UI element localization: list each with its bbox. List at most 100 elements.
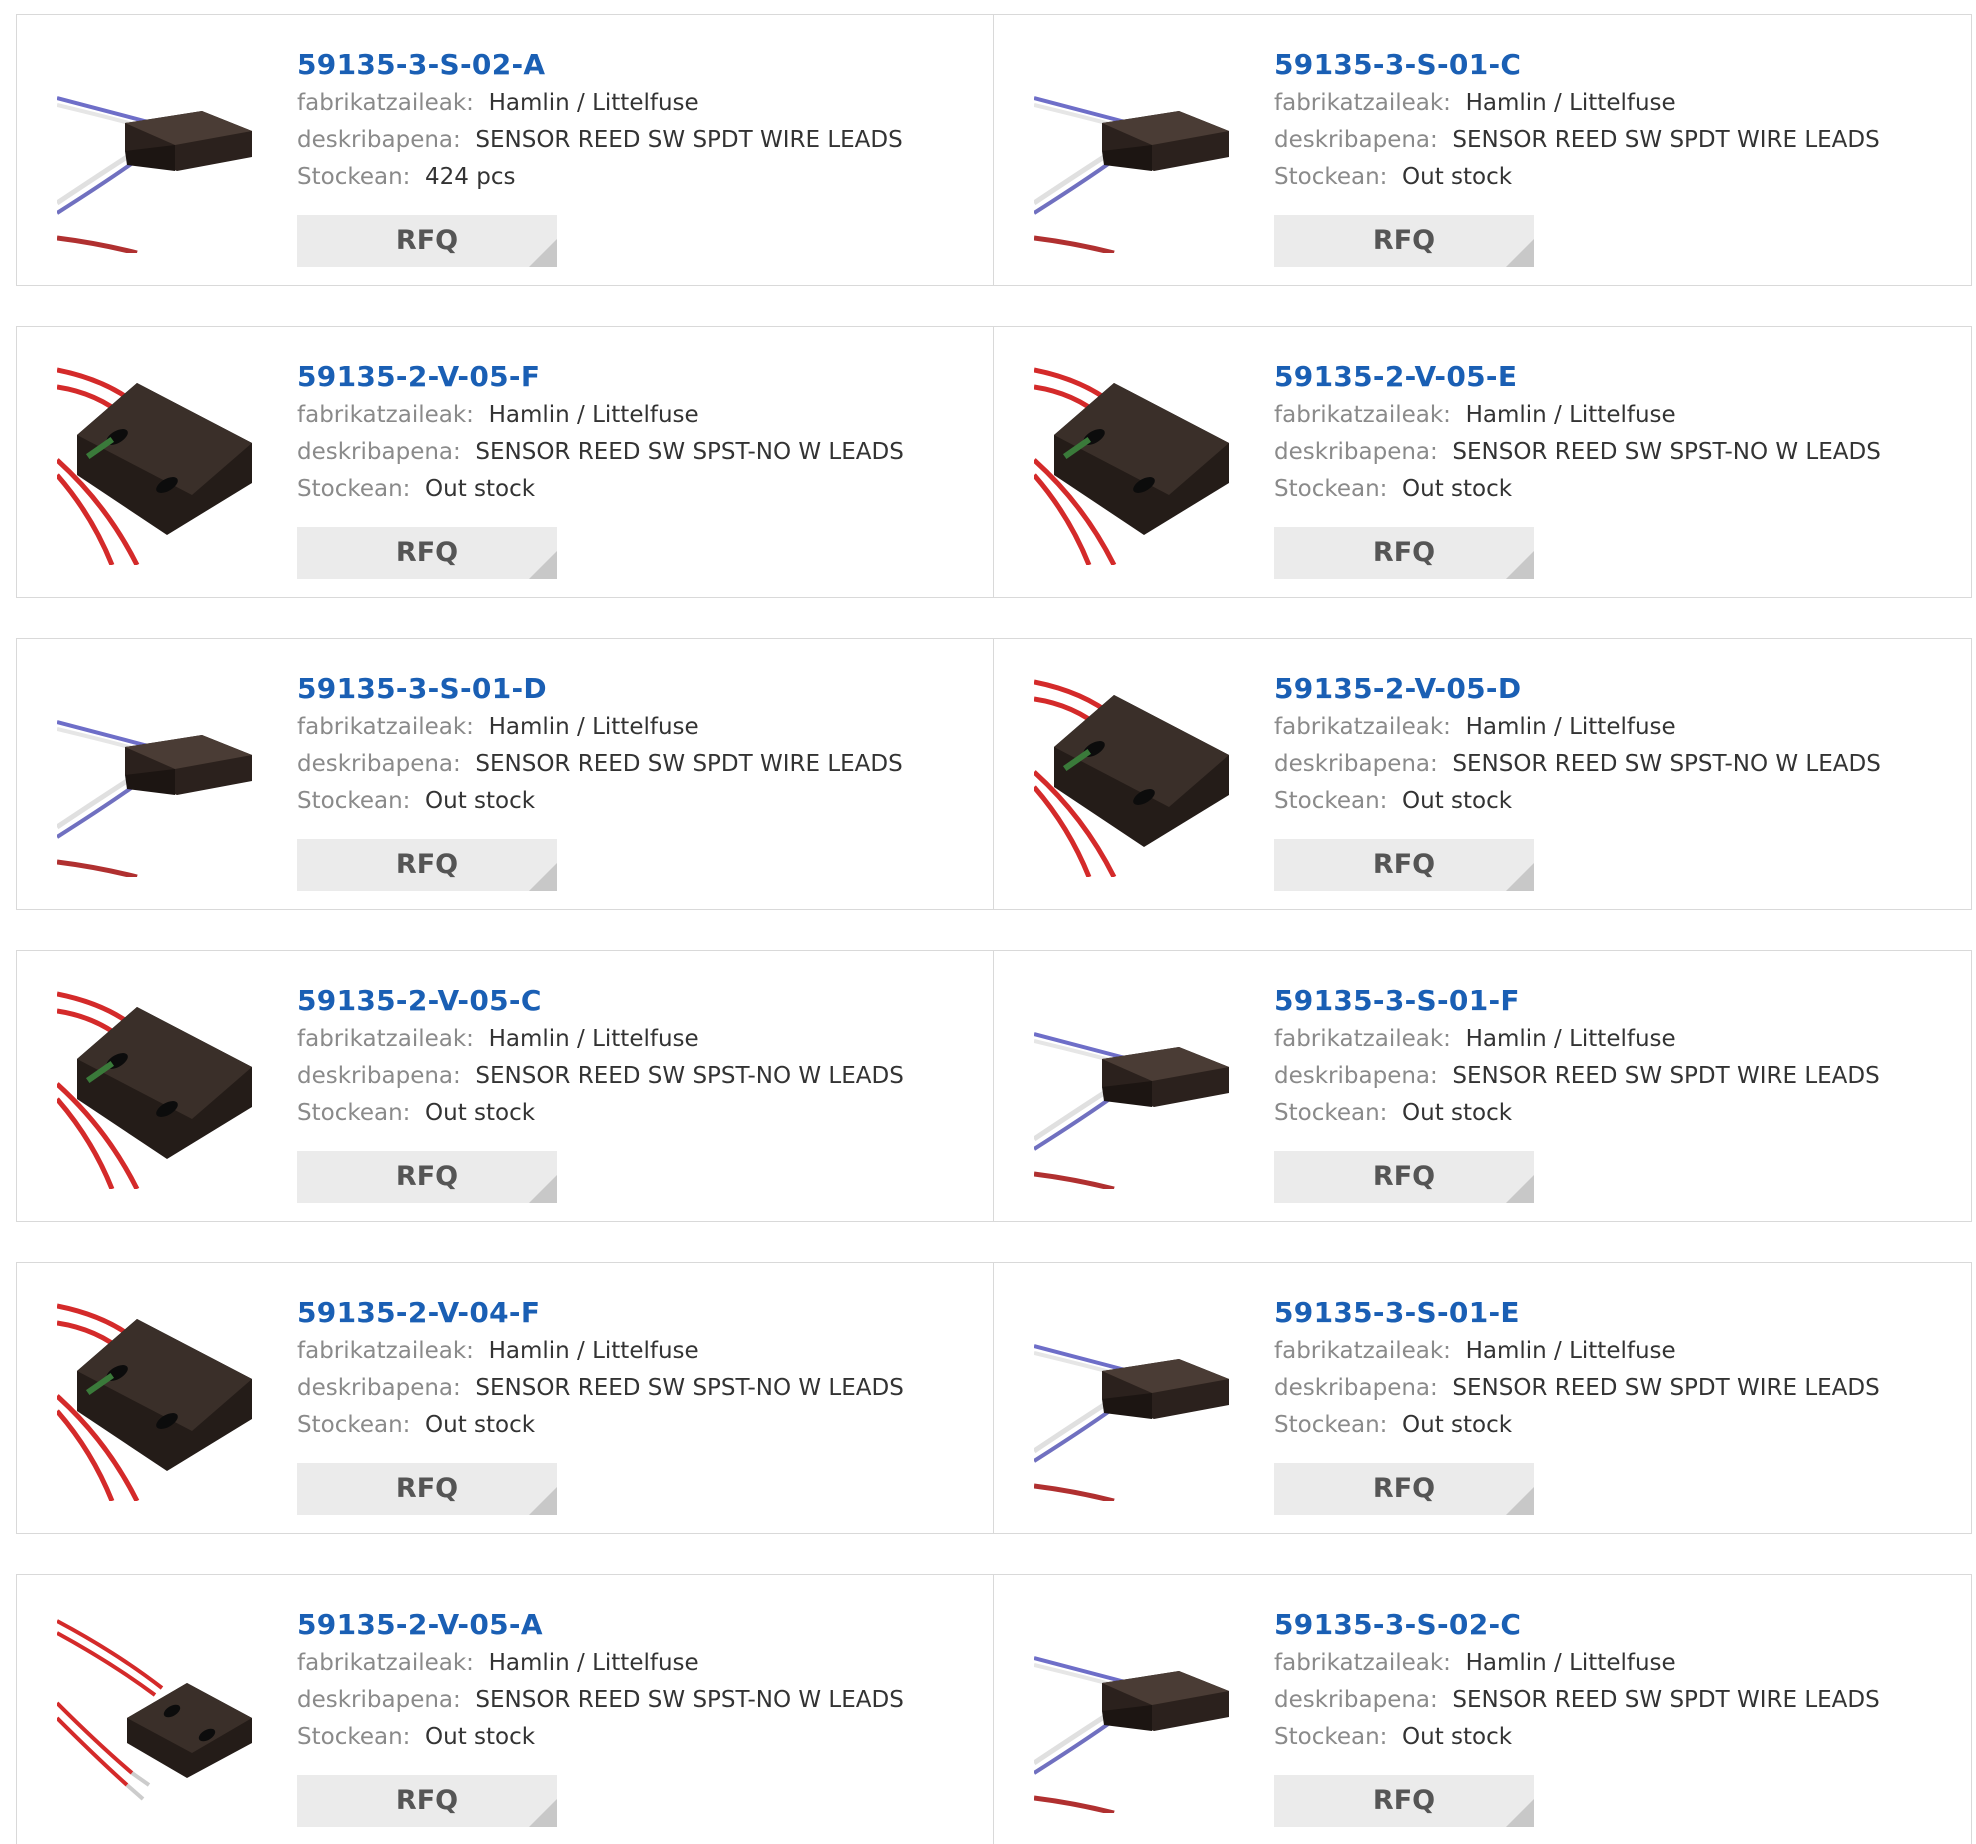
product-grid: 59135-3-S-02-A fabrikatzaileak: Hamlin / … (0, 0, 1976, 1844)
part-number-link[interactable]: 59135-3-S-02-C (1274, 1605, 1961, 1645)
manufacturer-label: fabrikatzaileak: (1274, 402, 1451, 428)
corner-triangle-icon (1506, 1175, 1534, 1203)
rfq-button[interactable]: RFQ (297, 1463, 557, 1515)
block-sensor-red-wires-icon (1032, 367, 1229, 567)
description-label: deskribapena: (297, 751, 461, 777)
manufacturer-value: Hamlin / Littelfuse (488, 1338, 699, 1364)
product-image[interactable] (1032, 1613, 1234, 1816)
stock-value: Out stock (1402, 1100, 1513, 1126)
rfq-label: RFQ (395, 1473, 459, 1504)
manufacturer-line: fabrikatzaileak: Hamlin / Littelfuse (297, 397, 983, 434)
stock-line: Stockean: Out stock (297, 471, 983, 508)
description-label: deskribapena: (1274, 439, 1438, 465)
block-sensor-red-wires-icon (1032, 679, 1229, 879)
description-value: SENSOR REED SW SPST-NO W LEADS (475, 1063, 904, 1089)
rfq-label: RFQ (1372, 849, 1436, 880)
corner-triangle-icon (1506, 551, 1534, 579)
manufacturer-label: fabrikatzaileak: (1274, 714, 1451, 740)
manufacturer-label: fabrikatzaileak: (297, 714, 474, 740)
part-number-link[interactable]: 59135-2-V-04-F (297, 1293, 983, 1333)
stock-line: Stockean: 424 pcs (297, 159, 983, 196)
product-card: 59135-2-V-05-C fabrikatzaileak: Hamlin / … (17, 951, 994, 1221)
product-card: 59135-2-V-05-E fabrikatzaileak: Hamlin / … (994, 327, 1971, 597)
corner-triangle-icon (1506, 1799, 1534, 1827)
description-line: deskribapena: SENSOR REED SW SPST-NO W L… (1274, 746, 1961, 783)
rfq-button[interactable]: RFQ (297, 1775, 557, 1827)
part-number-link[interactable]: 59135-2-V-05-F (297, 357, 983, 397)
rfq-button[interactable]: RFQ (1274, 527, 1534, 579)
manufacturer-value: Hamlin / Littelfuse (488, 714, 699, 740)
stock-line: Stockean: Out stock (297, 783, 983, 820)
part-number-link[interactable]: 59135-3-S-02-A (297, 45, 983, 85)
product-image[interactable] (1032, 1301, 1234, 1504)
stock-line: Stockean: Out stock (297, 1407, 983, 1444)
manufacturer-line: fabrikatzaileak: Hamlin / Littelfuse (297, 1333, 983, 1370)
stock-label: Stockean: (297, 476, 411, 502)
corner-triangle-icon (529, 1487, 557, 1515)
part-number-link[interactable]: 59135-2-V-05-E (1274, 357, 1961, 397)
product-card: 59135-2-V-05-A fabrikatzaileak: Hamlin / … (17, 1575, 994, 1844)
flat-sensor-purple-white-wires-icon (1032, 96, 1229, 256)
rfq-button[interactable]: RFQ (1274, 839, 1534, 891)
manufacturer-label: fabrikatzaileak: (297, 1026, 474, 1052)
flat-sensor-purple-white-wires-icon (55, 720, 252, 880)
stock-line: Stockean: Out stock (1274, 1095, 1961, 1132)
rfq-button[interactable]: RFQ (297, 1151, 557, 1203)
stock-value: Out stock (425, 1724, 536, 1750)
stock-value: Out stock (1402, 1412, 1513, 1438)
part-number-link[interactable]: 59135-3-S-01-F (1274, 981, 1961, 1021)
product-row: 59135-2-V-05-F fabrikatzaileak: Hamlin / … (16, 326, 1972, 598)
description-label: deskribapena: (297, 1063, 461, 1089)
manufacturer-line: fabrikatzaileak: Hamlin / Littelfuse (1274, 85, 1961, 122)
product-image[interactable] (55, 989, 257, 1191)
rfq-button[interactable]: RFQ (1274, 1151, 1534, 1203)
rfq-button[interactable]: RFQ (297, 839, 557, 891)
flat-sensor-purple-white-wires-icon (1032, 1032, 1229, 1192)
product-image[interactable] (1032, 365, 1234, 567)
part-number-link[interactable]: 59135-2-V-05-C (297, 981, 983, 1021)
rfq-button[interactable]: RFQ (1274, 215, 1534, 267)
flat-sensor-purple-white-wires-icon (1032, 1656, 1229, 1816)
part-number-link[interactable]: 59135-2-V-05-A (297, 1605, 983, 1645)
description-line: deskribapena: SENSOR REED SW SPDT WIRE L… (1274, 1058, 1961, 1095)
manufacturer-line: fabrikatzaileak: Hamlin / Littelfuse (1274, 709, 1961, 746)
product-image[interactable] (55, 1613, 257, 1813)
rfq-button[interactable]: RFQ (297, 527, 557, 579)
stock-value: Out stock (425, 788, 536, 814)
manufacturer-label: fabrikatzaileak: (1274, 1650, 1451, 1676)
manufacturer-value: Hamlin / Littelfuse (1465, 1026, 1676, 1052)
product-image[interactable] (55, 53, 257, 256)
product-image[interactable] (1032, 53, 1234, 256)
product-image[interactable] (55, 677, 257, 880)
flat-sensor-purple-white-wires-icon (1032, 1344, 1229, 1504)
rfq-button[interactable]: RFQ (1274, 1775, 1534, 1827)
product-card: 59135-2-V-05-F fabrikatzaileak: Hamlin / … (17, 327, 994, 597)
rfq-label: RFQ (395, 537, 459, 568)
part-number-link[interactable]: 59135-3-S-01-D (297, 669, 983, 709)
manufacturer-value: Hamlin / Littelfuse (1465, 402, 1676, 428)
stock-value: Out stock (1402, 164, 1513, 190)
stock-label: Stockean: (297, 1100, 411, 1126)
rfq-button[interactable]: RFQ (1274, 1463, 1534, 1515)
stock-line: Stockean: Out stock (1274, 1407, 1961, 1444)
stock-value: 424 pcs (425, 164, 516, 190)
stock-value: Out stock (1402, 476, 1513, 502)
description-line: deskribapena: SENSOR REED SW SPDT WIRE L… (1274, 1370, 1961, 1407)
rfq-button[interactable]: RFQ (297, 215, 557, 267)
manufacturer-label: fabrikatzaileak: (297, 402, 474, 428)
product-card: 59135-2-V-05-D fabrikatzaileak: Hamlin / … (994, 639, 1971, 909)
product-image[interactable] (1032, 677, 1234, 879)
flat-sensor-purple-white-wires-icon (55, 96, 252, 256)
description-line: deskribapena: SENSOR REED SW SPST-NO W L… (1274, 434, 1961, 471)
product-image[interactable] (55, 1301, 257, 1503)
rfq-label: RFQ (395, 1785, 459, 1816)
part-number-link[interactable]: 59135-2-V-05-D (1274, 669, 1961, 709)
description-value: SENSOR REED SW SPDT WIRE LEADS (475, 127, 903, 153)
product-image[interactable] (55, 365, 257, 567)
manufacturer-line: fabrikatzaileak: Hamlin / Littelfuse (1274, 1021, 1961, 1058)
product-image[interactable] (1032, 989, 1234, 1192)
part-number-link[interactable]: 59135-3-S-01-E (1274, 1293, 1961, 1333)
stock-line: Stockean: Out stock (297, 1095, 983, 1132)
part-number-link[interactable]: 59135-3-S-01-C (1274, 45, 1961, 85)
product-row: 59135-3-S-01-D fabrikatzaileak: Hamlin / … (16, 638, 1972, 910)
